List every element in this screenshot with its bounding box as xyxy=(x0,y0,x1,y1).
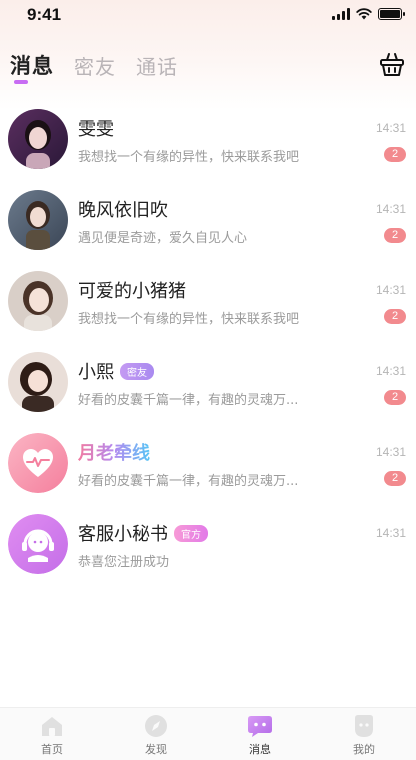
battery-icon xyxy=(378,8,405,20)
conversation-list: 雯雯 14:31 我想找一个有缘的异性，快来联系我吧 2 晚风依旧吹 14:31… xyxy=(0,98,416,584)
name-line: 可爱的小猪猪 xyxy=(78,277,186,303)
tab-messages[interactable]: 消息 xyxy=(10,50,54,80)
unread-badge: 2 xyxy=(384,309,406,324)
name-line: 月老牵线 xyxy=(78,439,150,465)
message-time: 14:31 xyxy=(375,364,406,378)
message-time: 14:31 xyxy=(375,121,406,135)
contact-name: 小熙 xyxy=(78,362,114,383)
discover-icon xyxy=(145,715,167,737)
wifi-icon xyxy=(356,8,372,20)
active-tab-indicator xyxy=(14,80,28,84)
status-icons xyxy=(332,8,405,20)
status-time: 9:41 xyxy=(27,5,62,24)
message-tabs: 消息 密友 通话 xyxy=(10,50,178,80)
home-icon xyxy=(42,717,62,736)
nav-profile[interactable]: 我的 xyxy=(312,708,416,760)
message-preview: 好看的皮囊千篇一律，有趣的灵魂万... xyxy=(78,474,299,489)
tab-calls[interactable]: 通话 xyxy=(136,51,178,80)
cellular-signal-icon xyxy=(332,8,350,20)
conversation-item[interactable]: 晚风依旧吹 14:31 遇见便是奇迹，爱久自见人心 2 xyxy=(0,179,416,260)
contact-name: 晚风依旧吹 xyxy=(78,200,168,221)
message-preview: 恭喜您注册成功 xyxy=(78,555,170,570)
message-preview: 遇见便是奇迹，爱久自见人心 xyxy=(78,231,248,246)
nav-label: 我的 xyxy=(353,743,375,756)
nav-home[interactable]: 首页 xyxy=(0,708,104,760)
conversation-item[interactable]: 客服小秘书 官方 14:31 恭喜您注册成功 xyxy=(0,503,416,584)
message-icon xyxy=(248,716,272,737)
contact-name: 可爱的小猪猪 xyxy=(78,281,186,302)
name-line: 晚风依旧吹 xyxy=(78,196,168,222)
contact-name: 雯雯 xyxy=(78,119,114,140)
nav-label: 消息 xyxy=(249,743,271,756)
message-preview: 我想找一个有缘的异性，快来联系我吧 xyxy=(78,312,300,327)
status-bar: 9:41 xyxy=(0,0,416,34)
conversation-item[interactable]: 小熙 密友 14:31 好看的皮囊千篇一律，有趣的灵魂万... 2 xyxy=(0,341,416,422)
name-line: 客服小秘书 官方 xyxy=(78,520,208,546)
avatar xyxy=(8,109,68,169)
tab-close-friends[interactable]: 密友 xyxy=(74,51,116,80)
bottom-nav: 首页 发现 消息 我的 xyxy=(0,707,416,760)
unread-badge: 2 xyxy=(384,390,406,405)
nav-messages[interactable]: 消息 xyxy=(208,708,312,760)
message-time: 14:31 xyxy=(375,283,406,297)
message-time: 14:31 xyxy=(375,202,406,216)
conversation-item[interactable]: 可爱的小猪猪 14:31 我想找一个有缘的异性，快来联系我吧 2 xyxy=(0,260,416,341)
avatar xyxy=(8,352,68,412)
message-time: 14:31 xyxy=(375,526,406,540)
avatar xyxy=(8,190,68,250)
conversation-item[interactable]: 月老牵线 14:31 好看的皮囊千篇一律，有趣的灵魂万... 2 xyxy=(0,422,416,503)
nav-discover[interactable]: 发现 xyxy=(104,708,208,760)
unread-badge: 2 xyxy=(384,147,406,162)
message-preview: 我想找一个有缘的异性，快来联系我吧 xyxy=(78,150,300,165)
message-time: 14:31 xyxy=(375,445,406,459)
conversation-item[interactable]: 雯雯 14:31 我想找一个有缘的异性，快来联系我吧 2 xyxy=(0,98,416,179)
official-tag: 官方 xyxy=(174,524,208,542)
contact-name: 月老牵线 xyxy=(78,439,150,465)
unread-badge: 2 xyxy=(384,471,406,486)
contact-name: 客服小秘书 xyxy=(78,524,168,545)
message-preview: 好看的皮囊千篇一律，有趣的灵魂万... xyxy=(78,393,299,408)
matchmaker-avatar xyxy=(8,433,68,493)
close-friend-tag: 密友 xyxy=(120,362,154,380)
nav-label: 首页 xyxy=(41,743,63,756)
name-line: 小熙 密友 xyxy=(78,358,154,384)
unread-badge: 2 xyxy=(384,228,406,243)
avatar xyxy=(8,271,68,331)
nav-label: 发现 xyxy=(145,743,167,756)
name-line: 雯雯 xyxy=(78,115,114,141)
basket-icon[interactable] xyxy=(378,50,406,78)
profile-icon xyxy=(355,715,373,737)
customer-service-avatar xyxy=(8,514,68,574)
